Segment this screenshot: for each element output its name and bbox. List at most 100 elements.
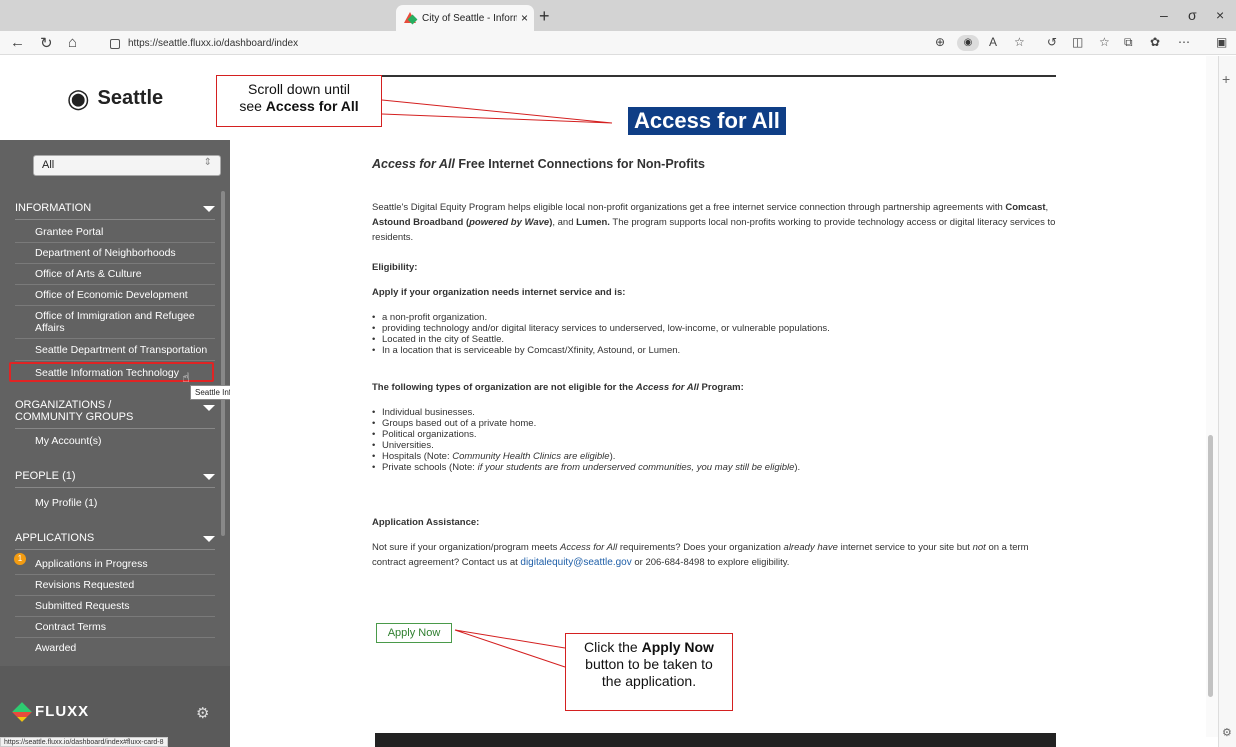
caret-down-icon <box>203 405 215 411</box>
sidebar-item-my-profile[interactable]: My Profile (1) <box>15 493 215 513</box>
sidebar-item-my-accounts[interactable]: My Account(s) <box>15 431 215 451</box>
copilot-icon[interactable]: ✿ <box>1150 35 1160 49</box>
browser-tab[interactable]: City of Seattle - Information | Se × <box>396 5 534 31</box>
split-screen-icon[interactable]: ◫ <box>1072 35 1083 49</box>
list-item: Located in the city of Seattle. <box>372 334 1062 345</box>
new-tab-button[interactable]: + <box>539 6 550 27</box>
astound-powered: powered by Wave <box>469 217 550 228</box>
panel-settings-icon[interactable]: ⚙ <box>1222 726 1232 739</box>
site-favicon-icon <box>404 12 416 24</box>
assist-em: not <box>972 542 986 553</box>
sidebar-item-immigration-refugee[interactable]: Office of Immigration and Refugee Affair… <box>15 306 215 339</box>
caret-down-icon <box>203 536 215 542</box>
section-applications[interactable]: APPLICATIONS <box>15 532 215 550</box>
address-bar: ← ↻ ⌂ https://seattle.fluxx.io/dashboard… <box>0 31 1236 55</box>
logo-text: Seattle <box>97 86 164 109</box>
sidebar-item-transportation[interactable]: Seattle Department of Transportation <box>15 340 215 361</box>
zoom-icon[interactable]: ⊕ <box>935 35 945 49</box>
callout-bold: Access for All <box>265 98 359 114</box>
seattle-logo[interactable]: ◉ Seattle <box>0 56 230 140</box>
sidebar-item-awarded[interactable]: Awarded <box>15 638 215 658</box>
ineligible-list: Individual businesses. Groups based out … <box>372 407 1062 473</box>
assist-em: already have <box>783 542 838 553</box>
item-end: ). <box>609 451 616 462</box>
item-text: Hospitals (Note: <box>382 451 453 462</box>
sidebar-item-arts-culture[interactable]: Office of Arts & Culture <box>15 264 215 285</box>
section-subtitle: Access for All Free Internet Connections… <box>372 157 1062 172</box>
section-title: APPLICATIONS <box>15 532 95 544</box>
hand-cursor-icon: ☝ <box>182 370 190 385</box>
list-item: In a location that is serviceable by Com… <box>372 345 1062 356</box>
sidebar: ◉ Seattle All ⇕ INFORMATION Grantee Port… <box>0 56 310 747</box>
callout-line: button to be taken to <box>585 656 713 672</box>
filter-select[interactable]: All ⇕ <box>33 155 221 176</box>
sidebar-item-revisions[interactable]: Revisions Requested <box>15 575 215 596</box>
sidebar-item-grantee-portal[interactable]: Grantee Portal <box>15 222 215 243</box>
intro-paragraph: Seattle's Digital Equity Program helps e… <box>372 200 1062 245</box>
home-icon[interactable]: ⌂ <box>68 34 77 51</box>
favorite-star-icon[interactable]: ☆ <box>1014 35 1025 49</box>
maximize-button[interactable]: σ <box>1188 7 1197 23</box>
section-information[interactable]: INFORMATION <box>15 202 215 220</box>
sidebar-item-in-progress[interactable]: Applications in Progress <box>15 554 215 575</box>
filter-value: All <box>42 159 55 171</box>
apply-now-button[interactable]: Apply Now <box>376 623 452 643</box>
item-em: if your students are from underserved co… <box>477 462 795 473</box>
page-scroll-thumb[interactable] <box>1208 435 1213 697</box>
read-aloud-icon[interactable]: A <box>989 35 997 49</box>
favorites-icon[interactable]: ☆ <box>1099 35 1110 49</box>
sidebar-toggle-icon[interactable]: ▣ <box>1216 35 1227 49</box>
provider-comcast: Comcast <box>1005 202 1046 213</box>
list-item: providing technology and/or digital lite… <box>372 323 1062 334</box>
more-icon[interactable]: ⋯ <box>1178 35 1190 49</box>
sidebar-scrollbar[interactable] <box>221 191 225 536</box>
section-people[interactable]: PEOPLE (1) <box>15 470 215 488</box>
extensions-icon[interactable]: ↺ <box>1047 35 1057 49</box>
browser-tab-bar: City of Seattle - Information | Se × + –… <box>0 0 1236 31</box>
eligibility-label: Eligibility: <box>372 262 418 273</box>
subtitle-em: Access for All <box>372 157 455 171</box>
callout-bold: Apply Now <box>641 639 714 655</box>
callout-line: the application. <box>601 673 697 689</box>
sidebar-item-contract-terms[interactable]: Contract Terms <box>15 617 215 638</box>
caret-down-icon <box>203 474 215 480</box>
lock-icon <box>110 38 120 49</box>
sidebar-item-economic-development[interactable]: Office of Economic Development <box>15 285 215 306</box>
sidebar-item-submitted[interactable]: Submitted Requests <box>15 596 215 617</box>
callout-line: see Access for All <box>217 98 381 115</box>
list-item: Groups based out of a private home. <box>372 418 1062 429</box>
assist-em: Access for All <box>559 542 618 553</box>
list-item: Universities. <box>372 440 1062 451</box>
minimize-button[interactable]: – <box>1160 7 1168 23</box>
collections-icon[interactable]: ⧉ <box>1124 35 1133 50</box>
url-text: https://seattle.fluxx.io/dashboard/index <box>128 38 299 49</box>
back-arrow-icon[interactable]: ← <box>10 34 25 51</box>
intro-text: Seattle's Digital Equity Program helps e… <box>372 202 1006 213</box>
url-field[interactable]: https://seattle.fluxx.io/dashboard/index <box>110 36 930 51</box>
callout-text: Click the <box>584 639 642 655</box>
tracking-prevention-icon[interactable]: ◉ <box>957 35 979 51</box>
callout-line: Scroll down until <box>248 81 350 97</box>
refresh-icon[interactable]: ↻ <box>40 34 53 52</box>
callout-text: see <box>239 98 266 114</box>
apply-if-label: Apply if your organization needs interne… <box>372 287 626 298</box>
apply-instruction-callout: Click the Apply Now button to be taken t… <box>565 633 733 711</box>
scroll-instruction-callout: Scroll down until see Access for All <box>216 75 382 127</box>
section-title: ORGANIZATIONS / COMMUNITY GROUPS <box>15 399 134 423</box>
seattle-seal-icon: ◉ <box>66 82 90 113</box>
email-link[interactable]: digitalequity@seattle.gov <box>520 557 631 568</box>
not-eligible-label: The following types of organization are … <box>372 380 1062 395</box>
add-panel-icon[interactable]: + <box>1222 71 1230 87</box>
list-item: Political organizations. <box>372 429 1062 440</box>
list-item: a non-profit organization. <box>372 312 1062 323</box>
close-window-button[interactable]: × <box>1216 7 1224 23</box>
settings-gear-icon[interactable]: ⚙ <box>196 704 209 722</box>
not-eligible-end: Program: <box>698 382 744 393</box>
section-title: PEOPLE (1) <box>15 470 76 482</box>
item-end: ). <box>794 462 801 473</box>
footer-band <box>375 733 1056 747</box>
section-organizations[interactable]: ORGANIZATIONS / COMMUNITY GROUPS <box>15 399 215 429</box>
sidebar-item-neighborhoods[interactable]: Department of Neighborhoods <box>15 243 215 264</box>
intro-sep: , and <box>552 217 577 228</box>
close-tab-icon[interactable]: × <box>521 11 528 25</box>
